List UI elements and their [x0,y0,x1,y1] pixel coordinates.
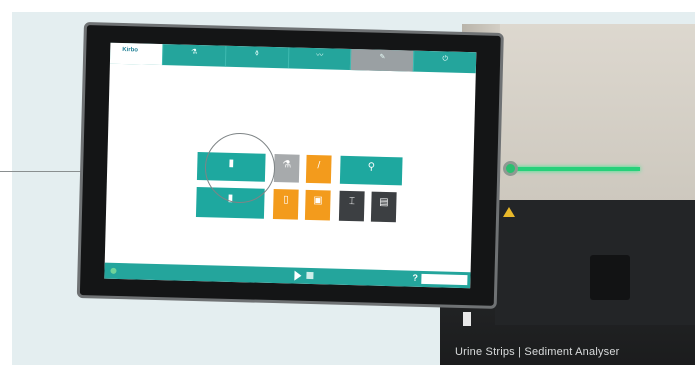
power-button [503,161,518,176]
bottle-icon: ⚗ [282,159,292,171]
strip-slot-light [515,167,640,171]
device-latch [463,312,471,326]
tile-bottle[interactable]: ⚗ [273,154,300,183]
pencil-icon: / [317,160,321,172]
warning-icon [503,207,515,217]
strip-cup-icon: ▣ [313,195,323,207]
microscope-icon: ⚲ [367,161,376,173]
product-photo: Urine Strips | Sediment Analyser Kirbo ⚗… [0,0,695,365]
tile-edit[interactable]: / [305,154,332,184]
tablet-monitor: Kirbo ⚗ ⚱ 〰 ✎ ⏻ ▮ ⚗ / ⚲ ▮ ▯ ▣ ⌶ ▤ ? [76,22,504,309]
data-icon: ▤ [379,196,389,209]
strip-icon: ▯ [283,194,289,206]
help-icon[interactable]: ? [412,273,418,283]
calibration-icon: ⌶ [348,195,356,208]
device-label: Urine Strips | Sediment Analyser [455,346,620,358]
tile-sediment[interactable]: ⚲ [339,155,403,186]
tile-strip-cup[interactable]: ▣ [304,189,331,221]
menu-tiles: ▮ ⚗ / ⚲ ▮ ▯ ▣ ⌶ ▤ [104,43,476,288]
tile-calibration[interactable]: ⌶ [338,190,365,222]
play-icon[interactable] [294,270,302,281]
status-dot-icon [110,267,117,274]
stop-icon[interactable] [306,271,314,280]
status-date [421,273,468,286]
status-ready [110,267,118,274]
tablet-screen: Kirbo ⚗ ⚱ 〰 ✎ ⏻ ▮ ⚗ / ⚲ ▮ ▯ ▣ ⌶ ▤ ? [104,42,477,289]
highlight-circle [205,133,275,203]
sample-port [590,255,630,300]
tile-strip[interactable]: ▯ [272,189,299,220]
tile-data[interactable]: ▤ [370,191,397,223]
